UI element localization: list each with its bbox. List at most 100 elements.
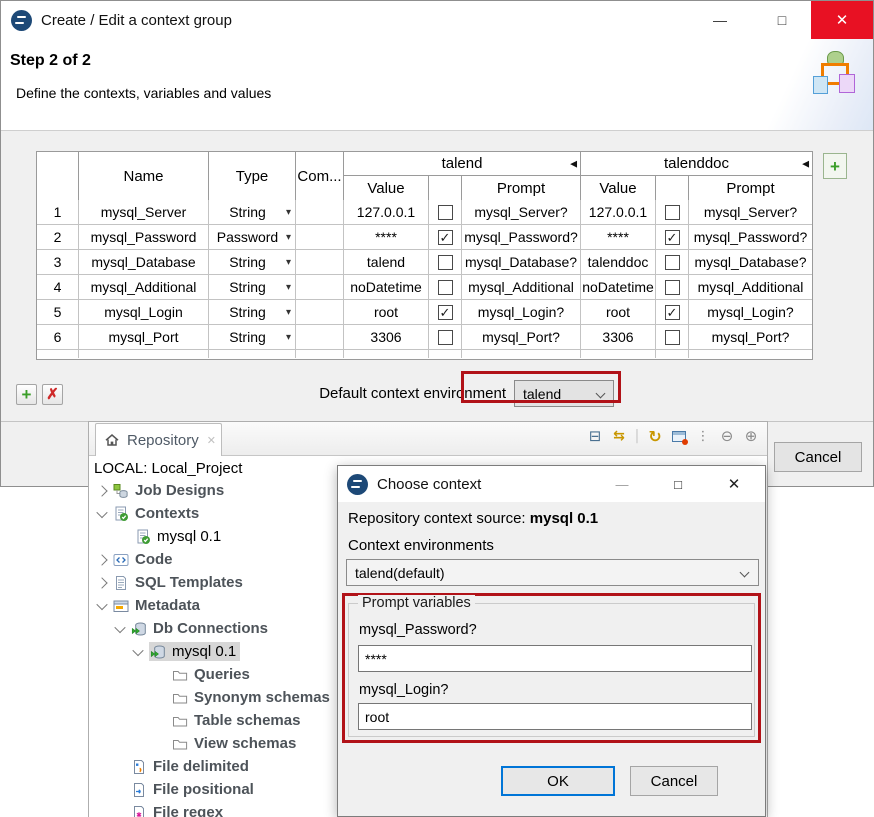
comment-cell[interactable]	[296, 225, 344, 249]
value-cell-talenddoc[interactable]: ****	[581, 225, 656, 249]
password-prompt-input[interactable]	[358, 645, 752, 672]
detail-view-icon[interactable]	[669, 425, 689, 447]
prompt-checkbox[interactable]	[438, 330, 453, 345]
value-cell-talend[interactable]: talend	[344, 250, 429, 274]
context-environment-select[interactable]: talend(default)	[346, 559, 759, 586]
prompt-checkbox-checked[interactable]: ✓	[665, 305, 680, 320]
dialog-cancel-button[interactable]: Cancel	[630, 766, 718, 796]
prompt-cell-talend[interactable]: mysql_Additional	[462, 275, 581, 299]
prompt-checkbox[interactable]	[438, 205, 453, 220]
prompt-cell-talenddoc[interactable]: mysql_Password?	[689, 225, 812, 249]
value-cell-talend[interactable]: 3306	[344, 325, 429, 349]
expand-arrow-icon[interactable]	[96, 554, 107, 565]
type-cell[interactable]: String▾	[209, 325, 296, 349]
comment-cell[interactable]	[296, 300, 344, 324]
ok-button[interactable]: OK	[501, 766, 615, 796]
login-prompt-label: mysql_Login?	[359, 682, 448, 698]
type-cell[interactable]: String▾	[209, 300, 296, 324]
expand-arrow-icon[interactable]	[96, 577, 107, 588]
add-context-button[interactable]: +	[823, 153, 847, 179]
prompt-checkbox[interactable]	[665, 255, 680, 270]
value-cell-talenddoc[interactable]: talenddoc	[581, 250, 656, 274]
prompt-checkbox-checked[interactable]: ✓	[438, 230, 453, 245]
prompt-checkbox[interactable]	[665, 330, 680, 345]
expand-arrow-icon[interactable]	[96, 485, 107, 496]
name-cell[interactable]: mysql_Additional	[79, 275, 209, 299]
login-prompt-input[interactable]	[358, 703, 752, 730]
type-cell[interactable]: Password▾	[209, 225, 296, 249]
type-cell[interactable]: String▾	[209, 250, 296, 274]
value-subheader-talend: Value	[344, 176, 429, 200]
expand-arrow-icon[interactable]	[114, 621, 125, 632]
remove-variable-button[interactable]: ✗	[42, 384, 63, 405]
collapse-all-icon[interactable]: ⊟	[585, 425, 605, 447]
prompt-variables-group: Prompt variables mysql_Password? mysql_L…	[348, 603, 755, 737]
name-cell[interactable]: mysql_Database	[79, 250, 209, 274]
row-number: 4	[37, 275, 79, 299]
prompt-checkbox[interactable]	[665, 205, 680, 220]
tab-close-icon[interactable]: ✕	[207, 434, 216, 447]
context-item-icon	[135, 529, 151, 545]
name-cell[interactable]: mysql_Login	[79, 300, 209, 324]
name-cell[interactable]: mysql_Server	[79, 200, 209, 224]
refresh-icon[interactable]: ↻	[645, 425, 665, 447]
group-header-talend[interactable]: talend ◀	[344, 152, 581, 176]
wizard-window: Create / Edit a context group — □ ✕ Step…	[0, 0, 874, 487]
prompt-cell-talend[interactable]: mysql_Password?	[462, 225, 581, 249]
value-cell-talend[interactable]: 127.0.0.1	[344, 200, 429, 224]
minimize-button[interactable]: —	[605, 466, 639, 502]
expand-arrow-icon[interactable]	[96, 506, 107, 517]
default-context-select[interactable]: talend	[514, 380, 614, 407]
value-cell-talend[interactable]: noDatetime	[344, 275, 429, 299]
prompt-cell-talend[interactable]: mysql_Port?	[462, 325, 581, 349]
prompt-cell-talenddoc[interactable]: mysql_Login?	[689, 300, 812, 324]
project-root-label[interactable]: LOCAL: Local_Project	[94, 460, 242, 477]
prompt-cell-talenddoc[interactable]: mysql_Port?	[689, 325, 812, 349]
prompt-cell-talend[interactable]: mysql_Login?	[462, 300, 581, 324]
prompt-checkbox[interactable]	[438, 280, 453, 295]
collapse-icon[interactable]: ⊖	[717, 425, 737, 447]
prompt-cell-talenddoc[interactable]: mysql_Server?	[689, 200, 812, 224]
comment-cell[interactable]	[296, 275, 344, 299]
expand-arrow-icon[interactable]	[132, 644, 143, 655]
value-cell-talenddoc[interactable]: root	[581, 300, 656, 324]
row-number: 5	[37, 300, 79, 324]
talend-logo-icon	[11, 10, 32, 31]
prompt-cell-talend[interactable]: mysql_Database?	[462, 250, 581, 274]
maximize-button[interactable]: □	[661, 466, 695, 502]
prompt-checkbox[interactable]	[438, 255, 453, 270]
prompt-cell-talenddoc[interactable]: mysql_Additional	[689, 275, 812, 299]
value-cell-talenddoc[interactable]: 3306	[581, 325, 656, 349]
prompt-checkbox[interactable]	[665, 280, 680, 295]
close-button[interactable]: ✕	[717, 466, 751, 502]
prompt-cell-talend[interactable]: mysql_Server?	[462, 200, 581, 224]
tab-repository[interactable]: Repository ✕	[95, 423, 222, 456]
expand-arrow-icon[interactable]	[96, 598, 107, 609]
view-menu-icon[interactable]: ⋮	[693, 425, 713, 447]
value-cell-talend[interactable]: root	[344, 300, 429, 324]
link-with-editor-icon[interactable]: ⇆	[609, 425, 629, 447]
prompt-checkbox-checked[interactable]: ✓	[665, 230, 680, 245]
group-header-talenddoc[interactable]: talenddoc ◀	[581, 152, 812, 176]
value-cell-talenddoc[interactable]: noDatetime	[581, 275, 656, 299]
minimize-button[interactable]: —	[691, 1, 749, 39]
value-cell-talend[interactable]: ****	[344, 225, 429, 249]
maximize-button[interactable]: □	[753, 1, 811, 39]
expand-icon[interactable]: ⊕	[741, 425, 761, 447]
prompt-checkbox-checked[interactable]: ✓	[438, 305, 453, 320]
group-collapse-icon[interactable]: ◀	[802, 158, 809, 169]
close-button[interactable]: ✕	[811, 1, 873, 39]
prompt-cell-talenddoc[interactable]: mysql_Database?	[689, 250, 812, 274]
type-cell[interactable]: String▾	[209, 275, 296, 299]
comment-cell[interactable]	[296, 250, 344, 274]
add-variable-button[interactable]: +	[16, 384, 37, 405]
comment-cell[interactable]	[296, 325, 344, 349]
comment-cell[interactable]	[296, 200, 344, 224]
type-cell[interactable]: String▾	[209, 200, 296, 224]
dropdown-arrow-icon: ▾	[286, 332, 291, 343]
name-cell[interactable]: mysql_Port	[79, 325, 209, 349]
group-collapse-icon[interactable]: ◀	[570, 158, 577, 169]
value-cell-talenddoc[interactable]: 127.0.0.1	[581, 200, 656, 224]
name-cell[interactable]: mysql_Password	[79, 225, 209, 249]
wizard-cancel-button[interactable]: Cancel	[774, 442, 862, 472]
